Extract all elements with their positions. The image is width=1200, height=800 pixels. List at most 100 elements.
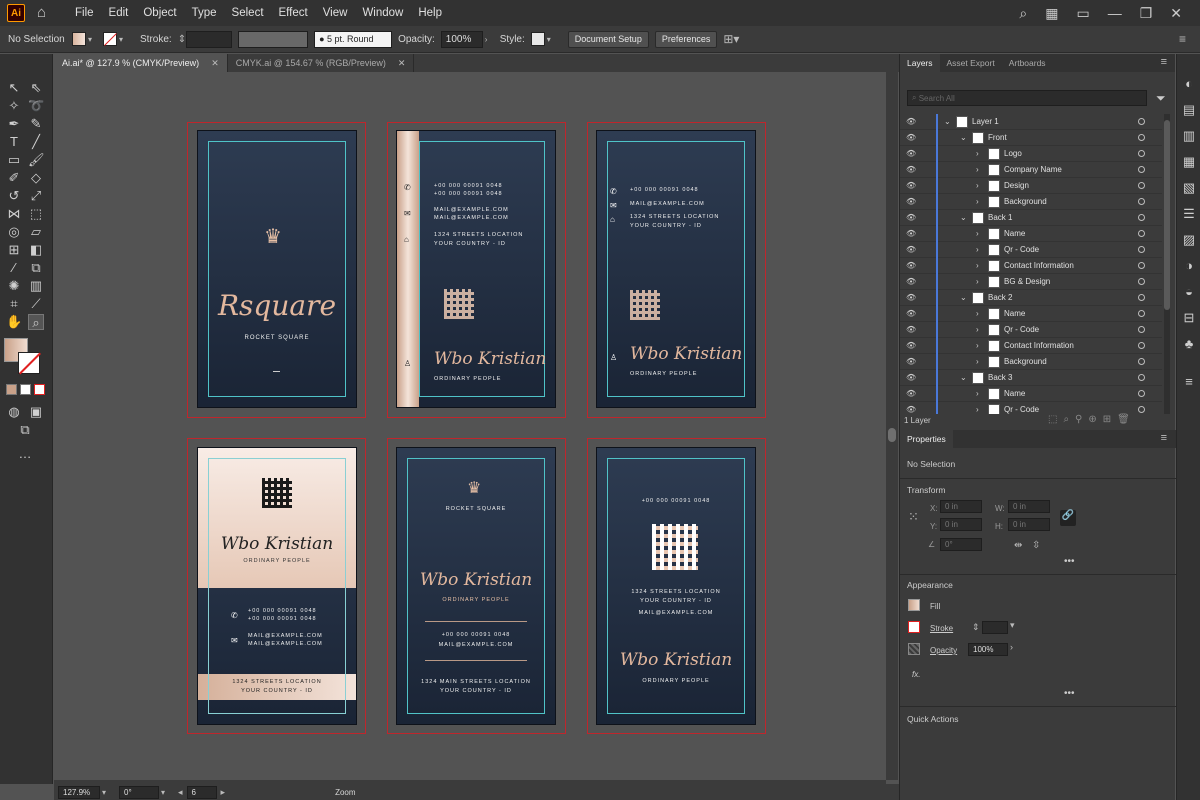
paintbrush-icon[interactable]: 🖌 <box>28 152 45 168</box>
visibility-eye-icon[interactable]: 👁 <box>906 405 916 414</box>
stroke-color-icon[interactable] <box>18 352 41 375</box>
tab-artboards[interactable]: Artboards <box>1002 54 1053 72</box>
blend-tool-icon[interactable]: ⧉ <box>28 260 44 276</box>
menu-view[interactable]: View <box>323 7 348 19</box>
chevron-right-icon[interactable]: › <box>976 405 979 414</box>
visibility-eye-icon[interactable]: 👁 <box>906 325 916 334</box>
home-icon[interactable]: ⌂ <box>37 5 53 20</box>
magic-wand-icon[interactable]: ✧ <box>6 98 22 114</box>
x-field[interactable]: 0 in <box>940 500 982 513</box>
rotate-tool-icon[interactable]: ↺ <box>6 188 22 204</box>
visibility-eye-icon[interactable]: 👁 <box>906 309 916 318</box>
layer-row[interactable]: 👁 › Contact Information <box>900 338 1162 354</box>
target-circle-icon[interactable] <box>1138 374 1145 381</box>
layer-actions-icon[interactable]: ⬚⌕⚲⊕⊞🗑 <box>1048 414 1136 425</box>
layer-row[interactable]: 👁 ⌄ Back 1 <box>900 210 1162 226</box>
chevron-down-icon[interactable]: ⌄ <box>960 293 967 302</box>
visibility-eye-icon[interactable]: 👁 <box>906 213 916 222</box>
visibility-eye-icon[interactable]: 👁 <box>906 117 916 126</box>
flip-vertical-icon[interactable]: ⇳ <box>1032 540 1040 551</box>
pen-tool-icon[interactable]: ✒ <box>6 116 22 132</box>
selection-tool-icon[interactable]: ↖ <box>6 80 22 96</box>
style-swatch[interactable] <box>530 32 545 46</box>
menu-file[interactable]: File <box>75 7 94 19</box>
shaper-icon[interactable]: ✐ <box>6 170 22 186</box>
layer-row[interactable]: 👁 › Qr - Code <box>900 322 1162 338</box>
tab-cmyk[interactable]: CMYK.ai @ 154.67 % (RGB/Preview) ✕ <box>228 54 415 72</box>
layers-search-input[interactable]: ⌕ Search All <box>907 90 1147 106</box>
more-tools-icon[interactable]: … <box>17 446 33 462</box>
target-circle-icon[interactable] <box>1138 134 1145 141</box>
close-icon[interactable]: ✕ <box>211 58 219 69</box>
visibility-eye-icon[interactable]: 👁 <box>906 389 916 398</box>
stroke-panel-icon[interactable]: ☰ <box>1181 206 1197 222</box>
visibility-eye-icon[interactable]: 👁 <box>906 245 916 254</box>
variable-width-field[interactable] <box>238 30 309 48</box>
opacity-field[interactable]: 100% <box>968 643 1008 656</box>
chevron-right-icon[interactable]: › <box>1010 642 1013 652</box>
layer-row[interactable]: 👁 ⌄ Front <box>900 130 1162 146</box>
chevron-down-icon[interactable]: ⌄ <box>944 117 951 126</box>
minimize-icon[interactable]: — <box>1108 5 1122 21</box>
chevron-right-icon[interactable]: › <box>976 197 979 206</box>
visibility-eye-icon[interactable]: 👁 <box>906 373 916 382</box>
visibility-eye-icon[interactable]: 👁 <box>906 293 916 302</box>
chevron-right-icon[interactable]: › <box>485 35 494 44</box>
opacity-field[interactable]: 100% <box>440 30 483 48</box>
close-icon[interactable]: ✕ <box>398 58 406 69</box>
layer-row[interactable]: 👁 ⌄ Back 3 <box>900 370 1162 386</box>
panel-menu-icon[interactable]: ≡ <box>1161 432 1167 444</box>
free-transform-icon[interactable]: ⬚ <box>28 206 44 222</box>
target-circle-icon[interactable] <box>1138 406 1145 413</box>
chevron-down-icon[interactable]: ▾ <box>88 35 97 44</box>
layer-row[interactable]: 👁 ⌄ Back 2 <box>900 290 1162 306</box>
stroke-label[interactable]: Stroke <box>930 624 953 633</box>
symbol-sprayer-icon[interactable]: ✺ <box>6 278 22 294</box>
menu-help[interactable]: Help <box>418 7 442 19</box>
visibility-eye-icon[interactable]: 👁 <box>906 181 916 190</box>
target-circle-icon[interactable] <box>1138 342 1145 349</box>
angle-field[interactable]: 0° <box>940 538 982 551</box>
brush-definition[interactable]: ● 5 pt. Round <box>314 30 393 48</box>
more-options-icon[interactable]: ••• <box>1064 688 1075 699</box>
document-setup-button[interactable]: Document Setup <box>567 30 649 48</box>
menu-object[interactable]: Object <box>143 7 176 19</box>
layer-row[interactable]: 👁 › Design <box>900 178 1162 194</box>
preferences-button[interactable]: Preferences <box>654 30 718 48</box>
stroke-weight-field[interactable] <box>982 621 1008 634</box>
close-icon[interactable]: ✕ <box>1170 5 1182 22</box>
chevron-right-icon[interactable]: › <box>976 277 979 286</box>
chevron-right-icon[interactable]: › <box>976 165 979 174</box>
chevron-right-icon[interactable]: › <box>976 149 979 158</box>
type-tool-icon[interactable]: T <box>6 134 22 150</box>
target-circle-icon[interactable] <box>1138 118 1145 125</box>
tab-ai[interactable]: Ai.ai* @ 127.9 % (CMYK/Preview) ✕ <box>54 54 228 72</box>
chevron-right-icon[interactable]: › <box>976 245 979 254</box>
graph-tool-icon[interactable]: ▥ <box>28 278 44 294</box>
fx-label[interactable]: fx. <box>912 670 920 679</box>
stroke-swatch[interactable] <box>103 32 117 46</box>
search-icon[interactable]: ⌕ <box>1019 5 1027 22</box>
layer-row[interactable]: 👁 › Name <box>900 386 1162 402</box>
menu-effect[interactable]: Effect <box>279 7 308 19</box>
menu-icon[interactable]: ≡ <box>1181 374 1197 390</box>
chevron-right-icon[interactable]: › <box>976 389 979 398</box>
visibility-eye-icon[interactable]: 👁 <box>906 261 916 270</box>
perspective-icon[interactable]: ▱ <box>28 224 44 240</box>
vertical-scrollbar[interactable] <box>886 72 898 780</box>
chevron-right-icon[interactable]: › <box>976 181 979 190</box>
layer-row[interactable]: 👁 › Background <box>900 194 1162 210</box>
menu-window[interactable]: Window <box>362 7 403 19</box>
layer-row[interactable]: 👁 › Company Name <box>900 162 1162 178</box>
layer-row[interactable]: 👁 › Background <box>900 354 1162 370</box>
menu-select[interactable]: Select <box>232 7 264 19</box>
artboard-tool-icon[interactable]: ⌗ <box>6 296 22 312</box>
tab-properties[interactable]: Properties <box>900 430 953 448</box>
width-tool-icon[interactable]: ⋈ <box>6 206 22 222</box>
stepper-icon[interactable]: ⇕ <box>178 34 186 45</box>
slice-tool-icon[interactable]: ⟋ <box>28 296 44 312</box>
target-circle-icon[interactable] <box>1138 390 1145 397</box>
club-icon[interactable]: ♣ <box>1181 336 1197 352</box>
panel-menu-icon[interactable]: ≡ <box>1161 56 1167 68</box>
line-tool-icon[interactable]: ╱ <box>28 134 44 150</box>
